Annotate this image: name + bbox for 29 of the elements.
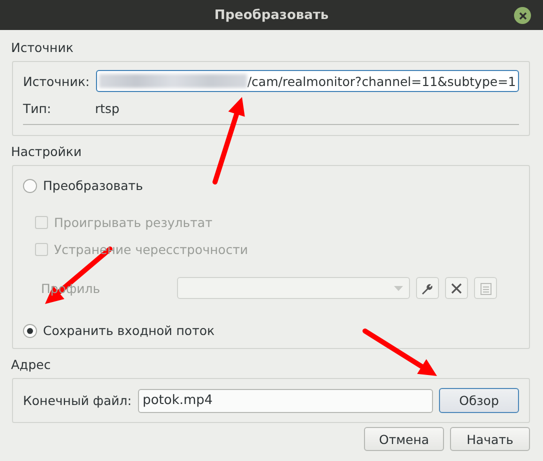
settings-button[interactable] xyxy=(416,277,439,299)
type-label: Тип: xyxy=(23,101,52,116)
profile-dropdown[interactable] xyxy=(177,277,410,299)
close-icon xyxy=(451,282,462,294)
group-heading: Адрес xyxy=(11,357,52,372)
file-field[interactable]: potok.mp4 xyxy=(138,388,433,412)
list-icon xyxy=(480,282,492,294)
checkbox-label: Проигрывать результат xyxy=(54,215,212,230)
close-button[interactable] xyxy=(514,7,531,24)
field-value: /cam/realmonitor?channel=11&subtype=1 xyxy=(247,74,516,88)
delete-button[interactable] xyxy=(445,277,468,299)
radio-button[interactable] xyxy=(23,324,37,338)
radio-label: Сохранить входной поток xyxy=(43,323,215,338)
group-heading: Настройки xyxy=(11,144,83,159)
window-title: Преобразовать xyxy=(214,8,329,22)
dialog-button[interactable]: Начать xyxy=(450,427,530,451)
dialog-button[interactable]: Отмена xyxy=(364,427,444,451)
wrench-icon xyxy=(421,282,434,294)
radio-label: Преобразовать xyxy=(43,178,143,193)
group-heading: Источник xyxy=(11,40,74,55)
radio-button[interactable] xyxy=(23,178,37,192)
close-icon xyxy=(518,12,526,20)
type-value: rtsp xyxy=(95,101,120,116)
field-label: Конечный файл: xyxy=(23,393,132,408)
field-label: Источник: xyxy=(23,74,90,88)
dropdown-caret-icon xyxy=(394,286,403,290)
source-field[interactable]: /cam/realmonitor?channel=11&subtype=1 xyxy=(96,70,519,92)
new-profile-button[interactable] xyxy=(474,277,497,299)
browse-button[interactable]: Обзор xyxy=(439,388,519,413)
